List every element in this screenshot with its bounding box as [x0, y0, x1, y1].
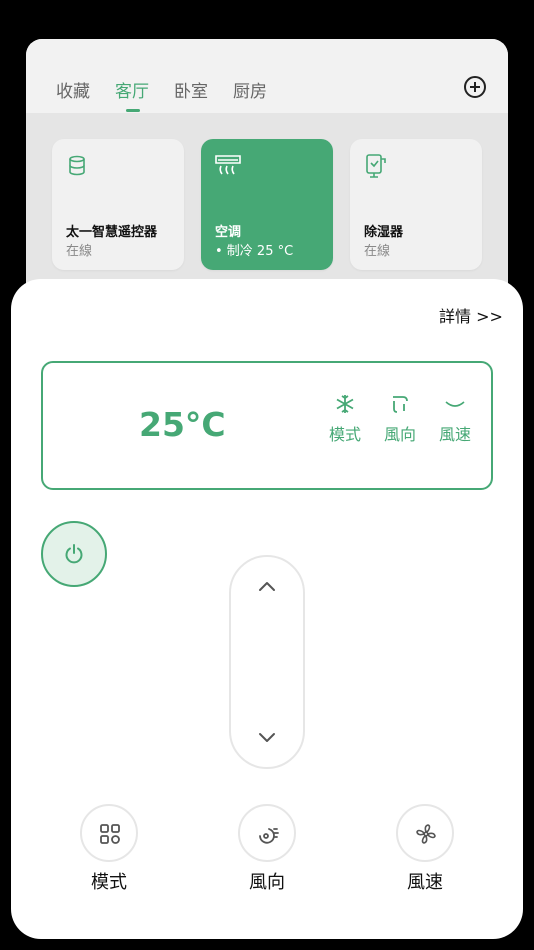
tab-bedroom[interactable]: 卧室 [174, 77, 208, 102]
details-link[interactable]: 詳情 >> [439, 303, 503, 327]
device-status: 在線 [364, 244, 391, 259]
tab-kitchen[interactable]: 厨房 [233, 77, 267, 102]
mode-button[interactable]: 模式 [78, 804, 140, 894]
device-card-ac[interactable]: 空调 • 制冷 25 °C [201, 139, 333, 270]
fan-icon [416, 824, 436, 844]
wind-wave-icon [445, 401, 465, 407]
device-card-dehumidifier[interactable]: 除湿器 在線 [350, 139, 482, 270]
power-button[interactable] [41, 521, 107, 587]
air-direction-button[interactable]: 風向 [236, 804, 298, 894]
dehumidifier-icon [366, 154, 386, 178]
fan-speed-status-label: 風速 [438, 425, 471, 444]
swing-status-label: 風向 [383, 425, 416, 444]
mode-status: 模式 [323, 393, 367, 445]
fan-speed-button-circle[interactable] [396, 804, 454, 862]
device-status: 在線 [66, 244, 93, 259]
swing-icon [393, 396, 408, 413]
mode-status-label: 模式 [328, 425, 361, 444]
device-status: • 制冷 25 °C [215, 244, 294, 259]
mode-grid-icon [100, 824, 120, 844]
tab-living-room[interactable]: 客厅 [115, 77, 149, 102]
air-conditioner-icon [215, 155, 241, 175]
ac-control-sheet: 詳情 >> 25°C 模式 風向 風速 模式 風向 風速 [11, 279, 523, 939]
temperature-up-button[interactable] [257, 579, 277, 593]
ac-status-panel: 25°C 模式 風向 風速 [41, 361, 493, 490]
device-card-remote[interactable]: 太一智慧遥控器 在線 [52, 139, 184, 270]
fan-speed-button[interactable]: 風速 [394, 804, 456, 894]
fan-speed-status: 風速 [433, 393, 477, 445]
add-room-button[interactable] [464, 76, 486, 98]
air-direction-button-circle[interactable] [238, 804, 296, 862]
remote-hub-icon [69, 155, 85, 176]
mode-button-label: 模式 [91, 872, 127, 893]
room-tabbar: 收藏 客厅 卧室 厨房 [26, 39, 508, 113]
air-direction-button-label: 風向 [249, 872, 285, 893]
power-icon [65, 544, 83, 564]
temperature-readout: 25°C [139, 405, 226, 444]
device-name: 空调 [215, 225, 242, 240]
temperature-down-button[interactable] [257, 731, 277, 745]
swing-status: 風向 [378, 393, 422, 445]
tab-favorites[interactable]: 收藏 [56, 77, 90, 102]
mode-button-circle[interactable] [80, 804, 138, 862]
device-name: 除湿器 [364, 225, 404, 240]
temperature-stepper [229, 555, 305, 769]
device-name: 太一智慧遥控器 [66, 225, 158, 240]
snowflake-icon [336, 395, 354, 413]
active-tab-indicator [126, 109, 140, 112]
air-direction-icon [259, 828, 279, 844]
fan-speed-button-label: 風速 [407, 872, 443, 893]
